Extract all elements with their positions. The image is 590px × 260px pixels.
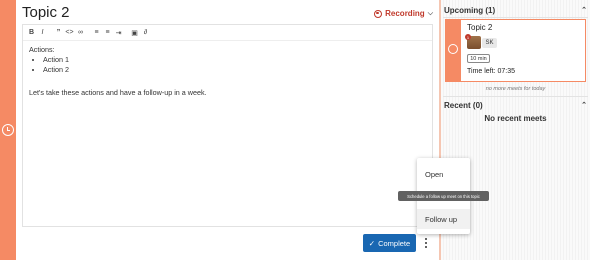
no-recent-meets-text: No recent meets [484,114,547,123]
avatar-initials: SK [482,38,497,48]
image-icon[interactable]: ▣ [129,27,140,39]
recording-dropdown[interactable]: Recording ⌵ [374,9,433,18]
menu-item-follow-up[interactable]: Follow up [417,209,470,229]
bulleted-list-icon[interactable]: ≡ [91,27,102,39]
section-divider [443,96,588,97]
link-icon[interactable]: ∞ [75,27,86,39]
code-icon[interactable]: <> [64,27,75,39]
upcoming-title: Upcoming (1) [444,5,496,15]
card-title: Topic 2 [467,23,493,32]
complete-label: Complete [378,238,411,248]
time-left: Time left: 07:35 [467,68,515,75]
bold-icon[interactable]: B [26,27,37,39]
notes-heading: Actions: [29,45,55,54]
upcoming-header[interactable]: Upcoming (1) ⌃ [444,4,587,16]
check-icon: ✓ [368,238,376,248]
italic-icon[interactable]: I [37,27,48,39]
recent-title: Recent (0) [444,100,483,110]
card-accent-strip [446,20,461,81]
action-list: Action 1 Action 2 [43,55,426,75]
left-accent-strip [0,0,16,260]
no-more-meets-text: no more meets for today [485,86,546,92]
list-item: Action 1 [43,55,426,65]
more-options-icon[interactable] [421,235,431,251]
duration-badge: 10 min [467,54,490,63]
clock-icon [448,44,458,54]
numbered-list-icon[interactable]: ≡ [102,27,113,39]
complete-button[interactable]: ✓ Complete [363,234,416,252]
editor-toolbar: B I ” <> ∞ ≡ ≡ ⇥ ▣ ∂ [23,25,432,41]
attachment-icon[interactable]: ∂ [140,27,151,39]
meeting-card[interactable]: Topic 2 1 SK 10 min Time left: 07:35 [445,19,586,82]
quote-icon[interactable]: ” [53,27,64,39]
list-item: Action 2 [43,65,426,75]
meeting-panel: Topic 2 Recording ⌵ B I ” <> ∞ ≡ ≡ ⇥ ▣ ∂… [16,0,439,260]
chevron-up-icon[interactable]: ⌃ [581,101,587,109]
menu-item-open[interactable]: Open [417,164,470,184]
chevron-up-icon[interactable]: ⌃ [581,6,587,14]
follow-up-tooltip: Schedule a follow up meet on this topic [398,191,489,201]
page-title: Topic 2 [22,4,70,21]
recording-label: Recording [385,9,425,18]
notes-editor[interactable]: B I ” <> ∞ ≡ ≡ ⇥ ▣ ∂ Actions: Action 1 A… [22,24,433,227]
indent-icon[interactable]: ⇥ [113,27,124,39]
record-icon [374,9,383,18]
section-divider [443,17,588,18]
chevron-down-icon: ⌵ [427,9,433,17]
clock-icon [2,124,14,136]
recent-header[interactable]: Recent (0) ⌃ [444,99,587,111]
notification-badge: 1 [465,34,471,40]
editor-content[interactable]: Actions: Action 1 Action 2 Let's take th… [23,41,432,102]
notes-paragraph: Let's take these actions and have a foll… [29,88,207,97]
